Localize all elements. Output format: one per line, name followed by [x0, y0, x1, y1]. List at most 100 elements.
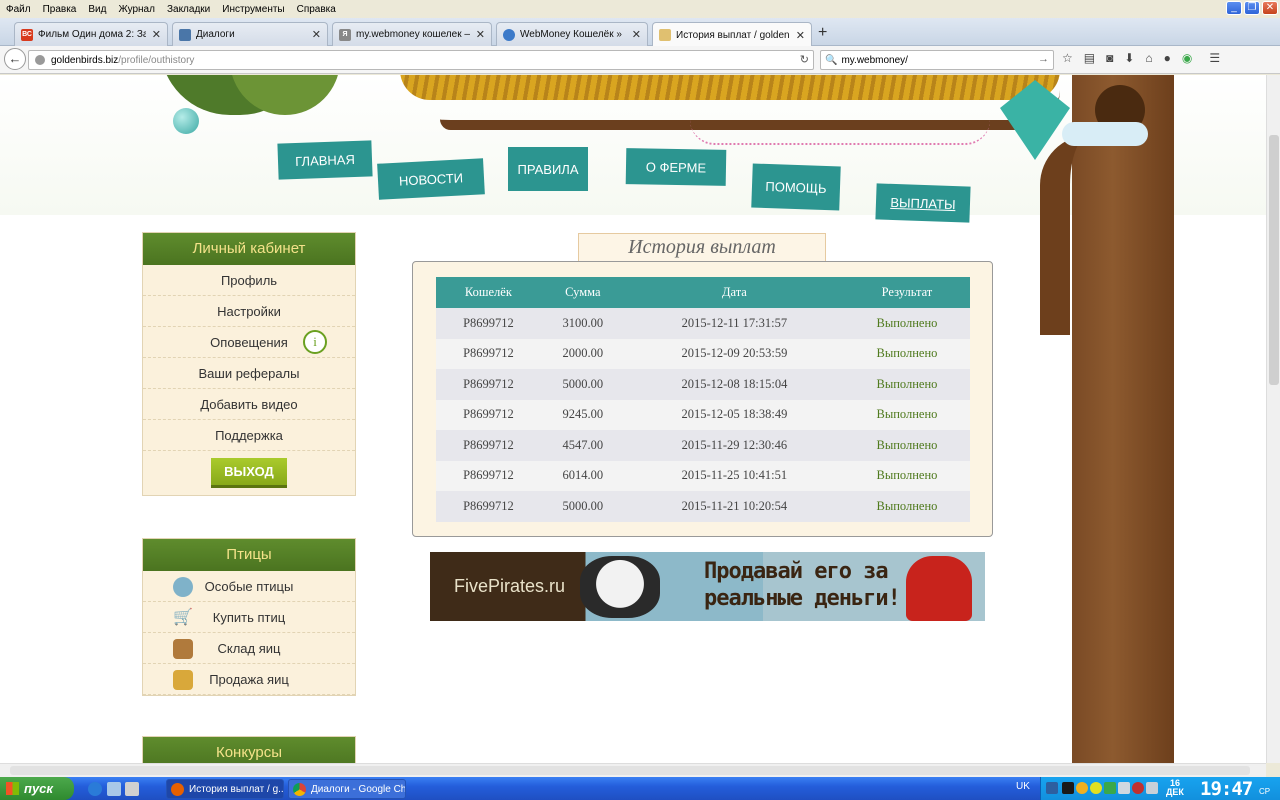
nav-payouts[interactable]: ВЫПЛАТЫ [875, 183, 971, 223]
close-window-button[interactable]: ✕ [1262, 1, 1278, 15]
tab-dialogs[interactable]: Диалоги ✕ [172, 22, 328, 46]
extension-icon[interactable]: ◉ [1182, 51, 1192, 65]
menu-tools[interactable]: Инструменты [216, 4, 290, 15]
minimize-button[interactable]: _ [1226, 1, 1242, 15]
tree-trunk [1040, 135, 1090, 335]
menu-icon[interactable]: ☰ [1209, 51, 1220, 65]
tray-icon[interactable] [1118, 782, 1130, 794]
sidebar-item-label: Поддержка [215, 428, 283, 443]
sidebar-item-support[interactable]: Поддержка [143, 420, 355, 451]
desktop-icon[interactable] [107, 782, 121, 796]
chat-bubble-icon[interactable]: ● [1164, 51, 1171, 65]
close-tab-icon[interactable]: ✕ [312, 28, 321, 41]
nav-about[interactable]: О ФЕРМЕ [625, 148, 727, 186]
tray-icon[interactable] [1090, 782, 1102, 794]
menu-bookmarks[interactable]: Закладки [161, 4, 216, 15]
sidebar-item-profile[interactable]: Профиль [143, 265, 355, 296]
date-cell: 2015-11-25 10:41:51 [624, 460, 844, 491]
navigation-bar: ← goldenbirds.biz /profile/outhistory ↻ … [0, 46, 1280, 74]
reload-icon[interactable]: ↻ [800, 53, 809, 66]
amount-cell: 4547.00 [540, 430, 625, 461]
result-cell: Выполнено [843, 369, 970, 400]
pocket-icon[interactable]: ◙ [1106, 51, 1113, 65]
sidebar-item-label: Ваши рефералы [198, 366, 300, 381]
tab-movie[interactable]: ВС Фильм Один дома 2: Затеря... ✕ [14, 22, 168, 46]
language-indicator[interactable]: UK [1016, 781, 1030, 792]
sidebar-item-sell-eggs[interactable]: Продажа яиц [143, 664, 355, 695]
nav-main[interactable]: ГЛАВНАЯ [277, 140, 373, 180]
sidebar-item-egg-storage[interactable]: Склад яиц [143, 633, 355, 664]
sidebar-item-label: Настройки [217, 304, 281, 319]
close-tab-icon[interactable]: ✕ [632, 28, 641, 41]
download-icon[interactable]: ⬇ [1124, 51, 1134, 65]
explorer-icon[interactable] [125, 782, 139, 796]
address-bar[interactable]: goldenbirds.biz /profile/outhistory ↻ [28, 50, 814, 70]
table-header-row: Кошелёк Сумма Дата Результат [436, 277, 970, 308]
logout-button[interactable]: ВЫХОД [211, 458, 287, 488]
tray-icon[interactable] [1062, 782, 1074, 794]
vertical-scrollbar[interactable] [1266, 75, 1280, 763]
menu-history[interactable]: Журнал [112, 4, 161, 15]
tab-webmoney[interactable]: WebMoney Кошелёк » ✕ [496, 22, 648, 46]
date-cell: 2015-11-29 12:30:46 [624, 430, 844, 461]
sidebar-item-label: Купить птиц [212, 610, 286, 625]
task-firefox[interactable]: История выплат / g... [166, 779, 284, 799]
date-display: 16 ДЕК [1166, 779, 1184, 797]
close-tab-icon[interactable]: ✕ [152, 28, 161, 41]
coins-icon [173, 670, 193, 690]
search-input[interactable]: 🔍 my.webmoney/ → [820, 50, 1054, 70]
info-icon[interactable]: i [303, 330, 327, 354]
site-info-icon[interactable] [35, 55, 45, 65]
home-icon[interactable]: ⌂ [1145, 51, 1152, 65]
nav-rules[interactable]: ПРАВИЛА [508, 147, 588, 191]
tray-icon[interactable] [1046, 782, 1058, 794]
search-go-icon[interactable]: → [1038, 53, 1049, 65]
cabinet-title: Личный кабинет [143, 233, 355, 265]
date-cell: 2015-12-11 17:31:57 [624, 308, 844, 339]
table-row: P8699712 2000.00 2015-12-09 20:53:59 Вып… [436, 338, 970, 369]
start-button[interactable]: пуск [0, 777, 74, 800]
wallet-cell: P8699712 [436, 338, 541, 369]
nav-help[interactable]: ПОМОЩЬ [751, 163, 841, 211]
menu-help[interactable]: Справка [291, 4, 342, 15]
sidebar-item-settings[interactable]: Настройки [143, 296, 355, 327]
tray-icon[interactable] [1104, 782, 1116, 794]
toolbar-icons: ☆ ▤ ◙ ⬇ ⌂ ● ◉ ☰ [1062, 51, 1220, 65]
contests-panel: Конкурсы [142, 736, 356, 763]
horizontal-scrollbar[interactable] [0, 763, 1266, 777]
sidebar-item-referrals[interactable]: Ваши рефералы [143, 358, 355, 389]
sidebar-item-add-video[interactable]: Добавить видео [143, 389, 355, 420]
sidebar-item-special-birds[interactable]: Особые птицы [143, 571, 355, 602]
sidebar-item-notifications[interactable]: Оповещения i [143, 327, 355, 358]
scroll-thumb[interactable] [1269, 135, 1279, 385]
new-tab-button[interactable]: + [818, 24, 827, 42]
nav-news[interactable]: НОВОСТИ [377, 158, 485, 200]
menu-view[interactable]: Вид [82, 4, 112, 15]
tray-icon[interactable] [1076, 782, 1088, 794]
owl-icon [173, 577, 193, 597]
menu-file[interactable]: Файл [0, 4, 37, 15]
reading-list-icon[interactable]: ▤ [1084, 51, 1095, 65]
tab-label: WebMoney Кошелёк » [520, 29, 622, 40]
menu-edit[interactable]: Правка [37, 4, 83, 15]
ie-icon[interactable] [88, 782, 102, 796]
task-chrome[interactable]: Диалоги - Google Ch... [288, 779, 406, 799]
maximize-button[interactable]: ❐ [1244, 1, 1260, 15]
volume-icon[interactable] [1146, 782, 1158, 794]
tab-payout-history[interactable]: История выплат / goldenbird... ✕ [652, 22, 812, 47]
ad-banner[interactable]: FivePirates.ru Продавай его за реальные … [430, 552, 985, 621]
tray-icon[interactable] [1132, 782, 1144, 794]
clock[interactable]: 19:47 [1200, 778, 1253, 800]
bookmark-star-icon[interactable]: ☆ [1062, 51, 1073, 65]
close-tab-icon[interactable]: ✕ [476, 28, 485, 41]
back-button[interactable]: ← [4, 48, 26, 70]
tab-yandex[interactable]: Я my.webmoney кошелек — Я... ✕ [332, 22, 492, 46]
column-header-amount: Сумма [540, 277, 625, 308]
wallet-cell: P8699712 [436, 491, 541, 522]
logout-wrap: ВЫХОД [143, 451, 355, 495]
table-row: P8699712 3100.00 2015-12-11 17:31:57 Вып… [436, 308, 970, 339]
scroll-thumb[interactable] [10, 766, 1250, 775]
close-tab-icon[interactable]: ✕ [796, 29, 805, 42]
sidebar-item-buy-birds[interactable]: 🛒 Купить птиц [143, 602, 355, 633]
result-cell: Выполнено [843, 430, 970, 461]
